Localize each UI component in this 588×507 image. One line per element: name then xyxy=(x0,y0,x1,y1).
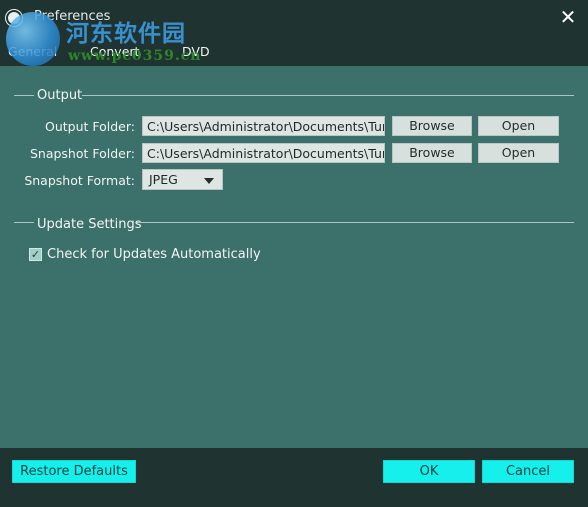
snapshot-folder-label: Snapshot Folder: xyxy=(29,146,135,161)
output-divider-left xyxy=(14,95,34,96)
snapshot-format-select[interactable]: JPEG xyxy=(142,169,223,190)
snapshot-format-value: JPEG xyxy=(149,172,178,187)
update-section-title: Update Settings xyxy=(37,217,142,232)
snapshot-browse-button[interactable]: Browse xyxy=(392,143,472,163)
tab-convert[interactable]: Convert xyxy=(90,44,139,59)
snapshot-open-button[interactable]: Open xyxy=(478,143,559,163)
close-icon[interactable]: ✕ xyxy=(556,5,580,29)
update-divider-right xyxy=(137,222,574,223)
output-divider-right xyxy=(82,95,574,96)
snapshot-folder-field[interactable]: C:\Users\Administrator\Documents\Tun xyxy=(142,143,385,163)
output-folder-field[interactable]: C:\Users\Administrator\Documents\Tun xyxy=(142,116,385,136)
chevron-down-icon xyxy=(204,178,214,184)
auto-update-label[interactable]: Check for Updates Automatically xyxy=(47,247,261,262)
tab-dvd[interactable]: DVD xyxy=(182,44,210,59)
output-browse-button[interactable]: Browse xyxy=(392,116,472,136)
update-divider-left xyxy=(14,222,34,223)
app-icon xyxy=(6,10,22,26)
cancel-button[interactable]: Cancel xyxy=(482,460,574,483)
snapshot-format-label: Snapshot Format: xyxy=(24,173,135,188)
output-folder-label: Output Folder: xyxy=(44,119,135,134)
title-bar: Preferences ✕ xyxy=(0,0,588,36)
check-icon: ✓ xyxy=(30,248,41,261)
ok-button[interactable]: OK xyxy=(383,460,475,483)
restore-defaults-button[interactable]: Restore Defaults xyxy=(12,460,136,483)
auto-update-checkbox[interactable]: ✓ xyxy=(29,248,42,261)
output-section-title: Output xyxy=(37,88,83,103)
output-open-button[interactable]: Open xyxy=(478,116,559,136)
window-title: Preferences xyxy=(34,9,111,24)
tab-general[interactable]: General xyxy=(8,44,57,59)
tab-bar: General Convert DVD xyxy=(0,36,588,66)
